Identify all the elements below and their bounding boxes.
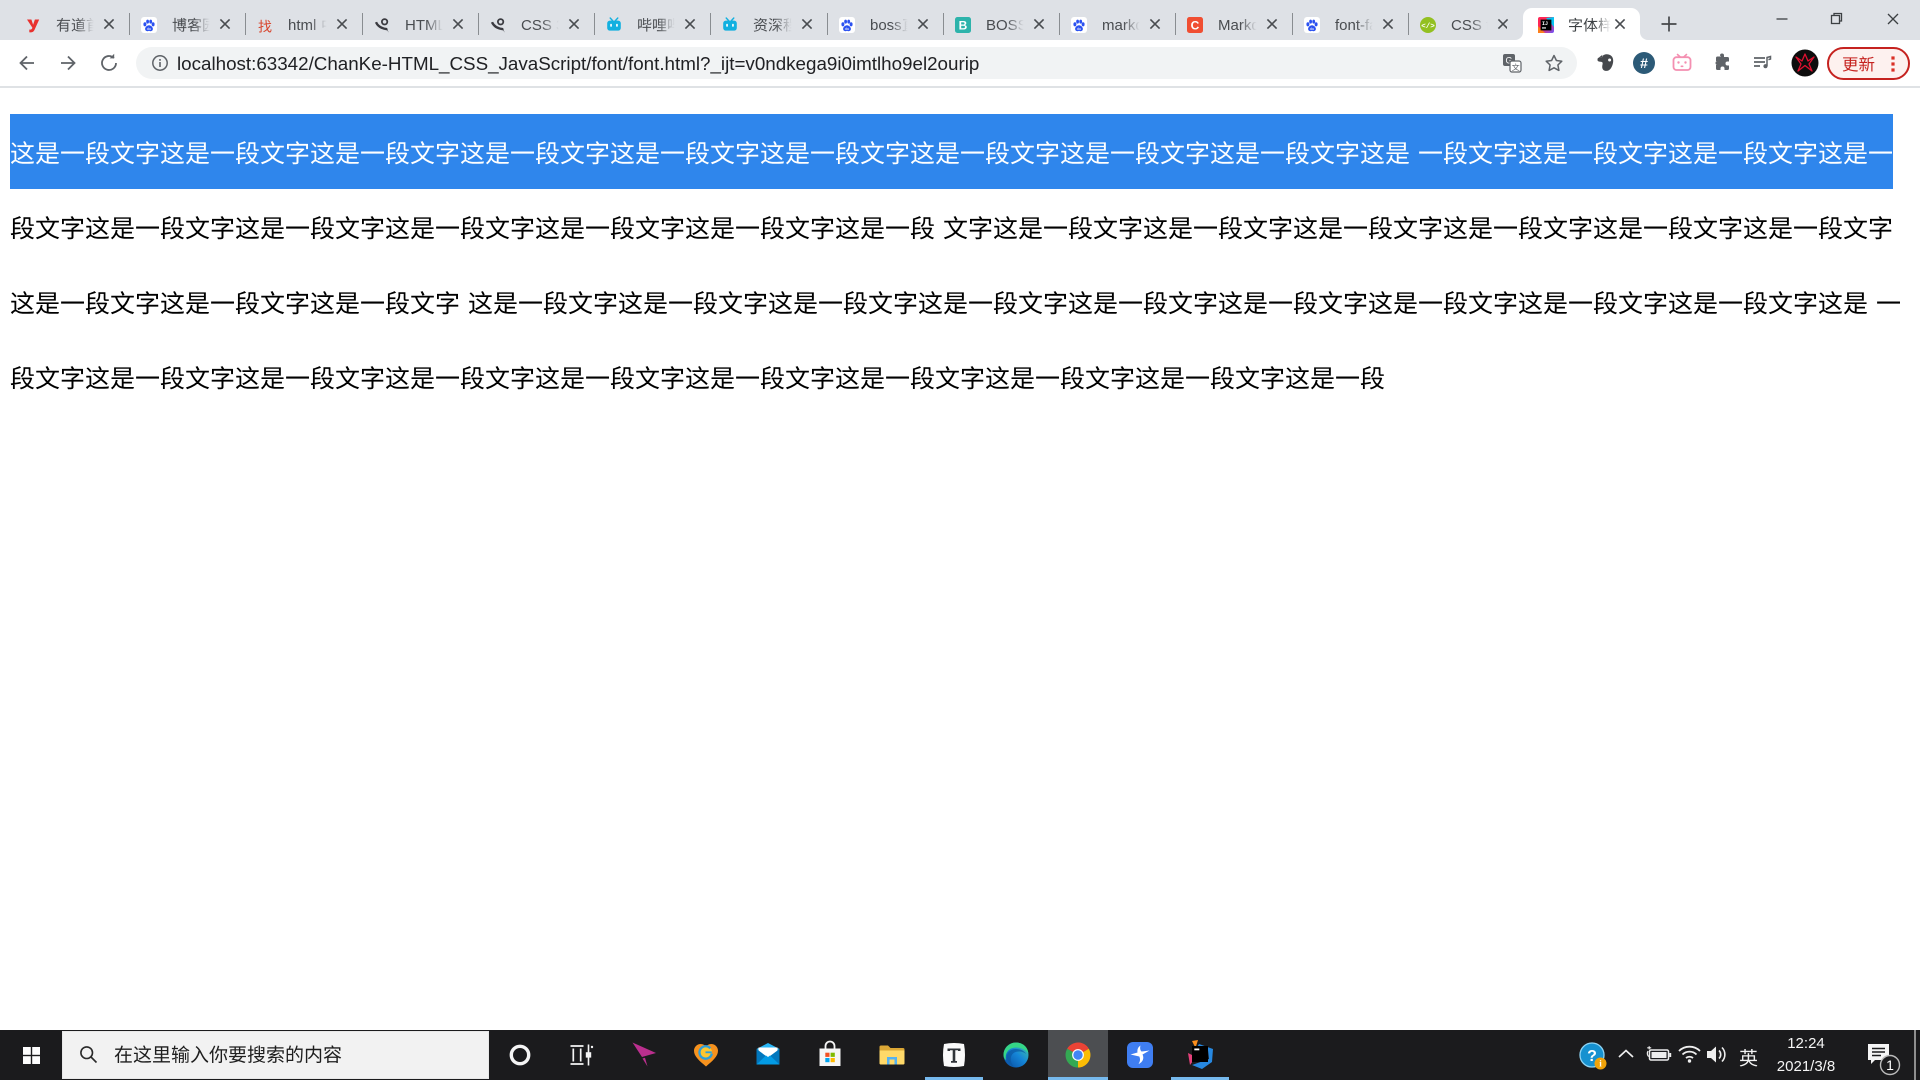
svg-text:du: du — [147, 26, 151, 31]
svg-text:du: du — [1077, 26, 1081, 31]
svg-text:C: C — [1191, 19, 1200, 33]
svg-text:B: B — [959, 19, 968, 33]
svg-text:</>: </> — [1421, 23, 1435, 31]
svg-text:du: du — [1310, 26, 1314, 31]
svg-text:IJ: IJ — [1542, 21, 1548, 27]
svg-text:du: du — [845, 26, 849, 31]
svg-text:#: # — [1640, 55, 1648, 71]
svg-text:1: 1 — [1886, 1057, 1894, 1073]
